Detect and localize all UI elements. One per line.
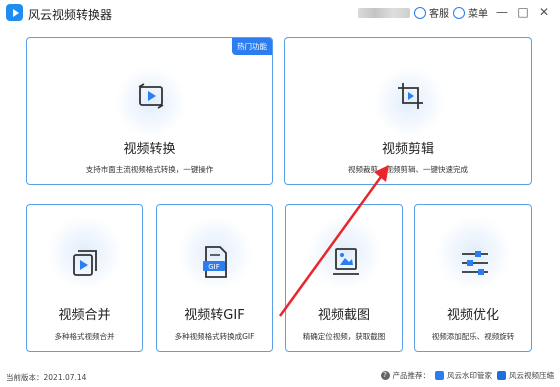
version-label: 当前版本：2021.07.14 bbox=[6, 373, 87, 382]
watermark-app-icon bbox=[435, 371, 444, 380]
recommend-label: 产品推荐： bbox=[392, 371, 431, 380]
product-recommend: ? 产品推荐： 风云水印管家 风云视频压缩 bbox=[380, 370, 554, 381]
compress-app-icon bbox=[497, 371, 506, 380]
product-link-compress[interactable]: 风云视频压缩 bbox=[509, 370, 554, 381]
annotation-arrow bbox=[278, 165, 389, 317]
help-icon: ? bbox=[380, 371, 390, 380]
product-link-watermark[interactable]: 风云水印管家 bbox=[447, 370, 492, 381]
